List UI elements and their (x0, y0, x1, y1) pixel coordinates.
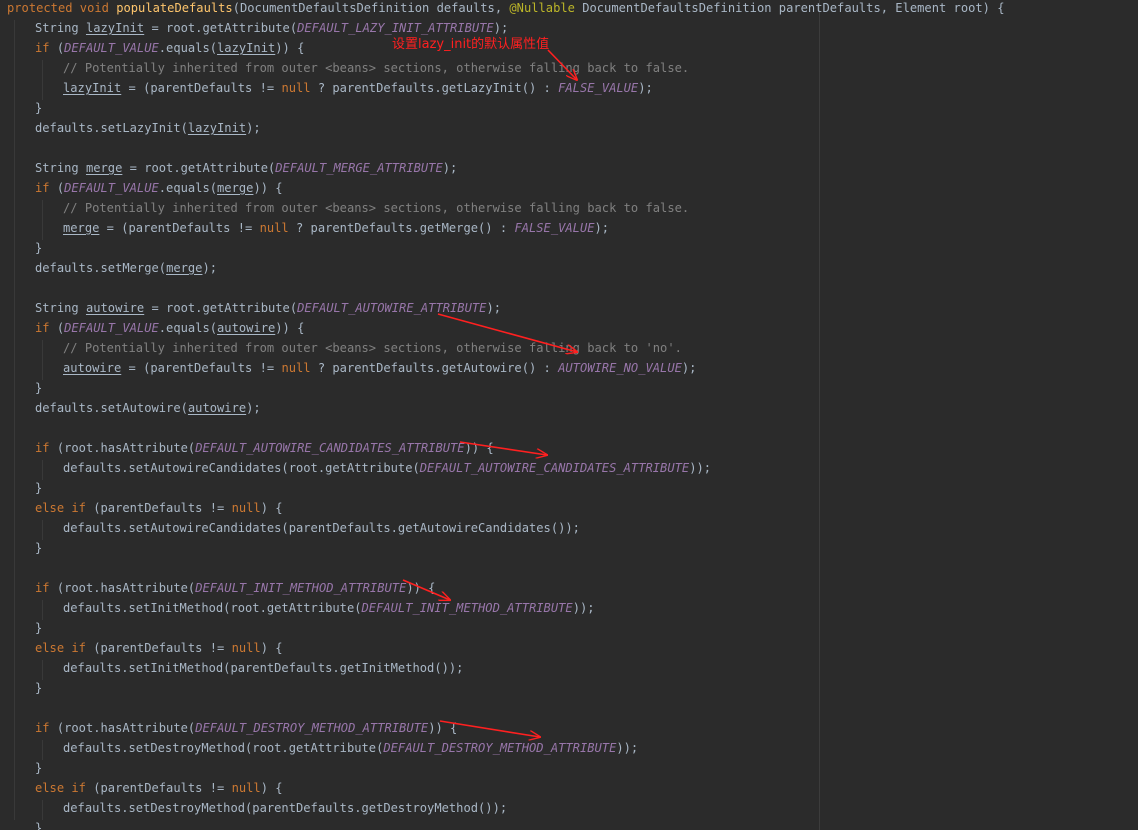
red-arrow-icon (547, 49, 577, 80)
red-arrow-icon (459, 441, 547, 455)
red-arrow-icon (439, 720, 540, 737)
red-arrow-icon (402, 579, 450, 600)
code-editor[interactable]: protected void populateDefaults(Document… (0, 0, 1138, 830)
annotation-arrows (402, 49, 1138, 830)
red-arrow-icon (437, 313, 577, 352)
